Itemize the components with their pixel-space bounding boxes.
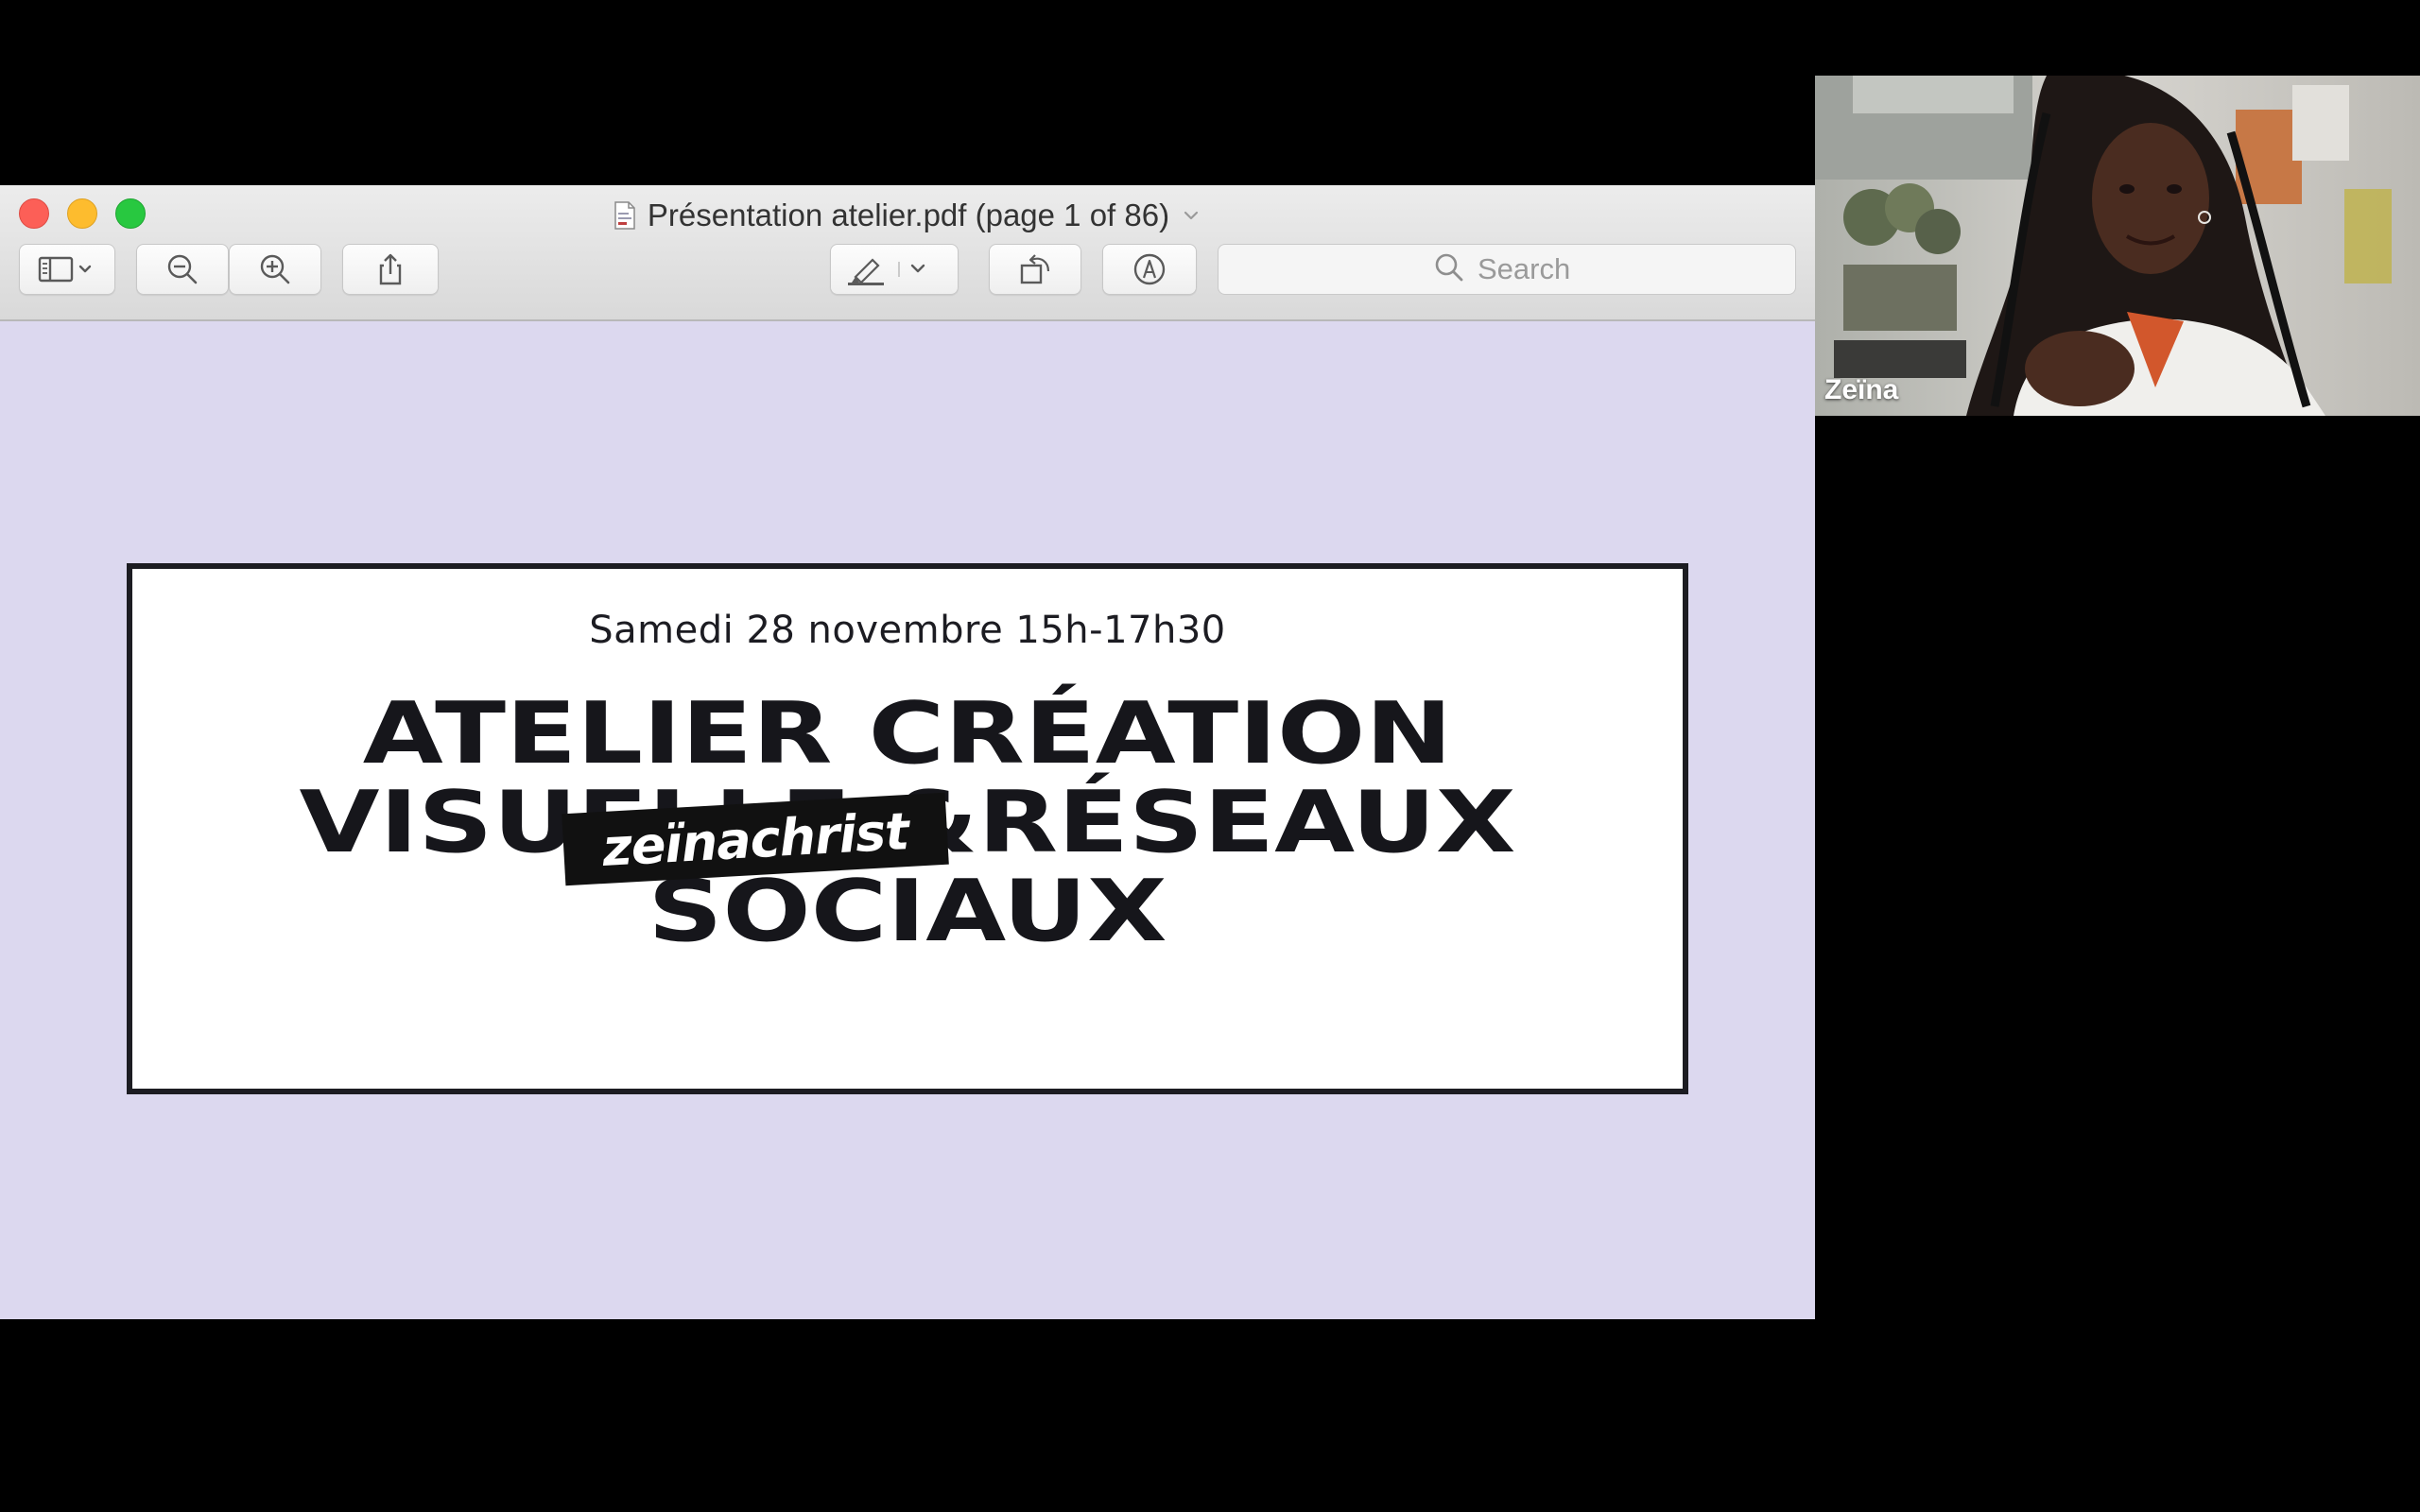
slide-title-line: ATELIER CRÉATION [362,684,1453,783]
brand-name: zeïnachrist [600,800,910,878]
screen: Présentation atelier.pdf (page 1 of 86) [0,0,2420,1512]
zoom-in-button[interactable] [229,244,321,295]
zoom-out-icon [164,250,201,288]
window-title: Présentation atelier.pdf (page 1 of 86) [647,198,1170,232]
slide-title-line: SOCIAUX [648,862,1167,961]
chevron-down-icon[interactable] [1181,205,1201,226]
slide-date: Samedi 28 novembre 15h-17h30 [589,609,1226,652]
highlight-button[interactable] [830,244,959,295]
markup-icon [1131,250,1168,288]
participant-video-image [1815,76,2420,416]
rotate-icon [1014,250,1056,288]
participant-video-tile[interactable]: Zeïna [1815,76,2420,416]
sidebar-view-button[interactable] [19,244,115,295]
zoom-in-icon [256,250,294,288]
markup-button[interactable] [1102,244,1197,295]
pdf-page-area[interactable]: Samedi 28 novembre 15h-17h30 ATELIER CRÉ… [0,321,1815,1319]
window-titlebar: Présentation atelier.pdf (page 1 of 86) [0,185,1815,321]
participant-name: Zeïna [1824,374,1899,405]
window-title-area[interactable]: Présentation atelier.pdf (page 1 of 86) [0,197,1815,234]
rotate-button[interactable] [989,244,1081,295]
highlight-icon [842,250,946,288]
share-button[interactable] [342,244,439,295]
preview-window: Présentation atelier.pdf (page 1 of 86) [0,185,1815,1319]
search-input[interactable] [1478,252,1582,286]
pdf-document-icon [614,201,636,230]
search-field[interactable] [1218,244,1796,295]
search-icon [1432,250,1466,289]
share-icon [372,250,409,288]
zoom-out-button[interactable] [136,244,229,295]
sidebar-icon [37,254,97,284]
